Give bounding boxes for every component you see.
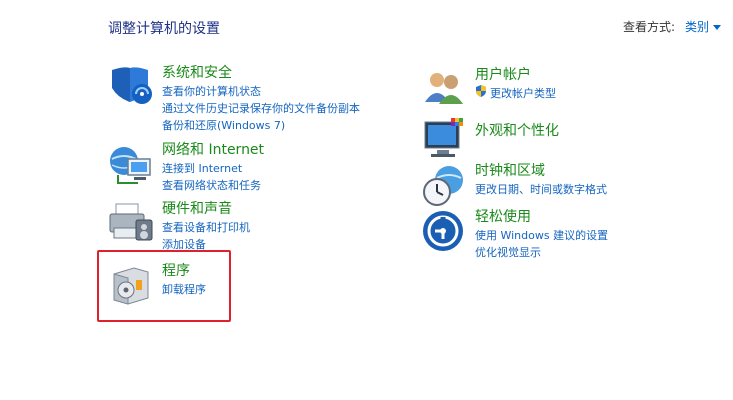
category-title-network-internet[interactable]: 网络和 Internet: [162, 141, 264, 159]
link-windows-recommended-settings[interactable]: 使用 Windows 建议的设置: [475, 227, 608, 244]
category-title-hardware-sound[interactable]: 硬件和声音: [162, 200, 250, 218]
category-title-clock-region[interactable]: 时钟和区域: [475, 162, 607, 180]
link-view-computer-status[interactable]: 查看你的计算机状态: [162, 83, 360, 100]
view-by-label: 查看方式:: [622, 20, 675, 34]
network-globe-icon: [108, 141, 154, 187]
category-title-ease-access[interactable]: 轻松使用: [475, 208, 608, 226]
uac-shield-icon: [475, 85, 487, 102]
category-user-accounts: 用户帐户 更改帐户类型: [421, 66, 556, 112]
link-change-date-time-format[interactable]: 更改日期、时间或数字格式: [475, 181, 607, 198]
category-clock-region: 时钟和区域 更改日期、时间或数字格式: [421, 162, 607, 208]
category-hardware-sound: 硬件和声音 查看设备和打印机 添加设备: [108, 200, 250, 253]
category-network-internet: 网络和 Internet 连接到 Internet 查看网络状态和任务: [108, 141, 264, 194]
view-by-control: 查看方式: 类别: [623, 18, 721, 35]
users-icon: [421, 66, 467, 112]
link-change-account-type-label: 更改帐户类型: [490, 87, 556, 100]
link-backup-restore[interactable]: 备份和还原(Windows 7): [162, 117, 360, 134]
link-file-history-backup[interactable]: 通过文件历史记录保存你的文件备份副本: [162, 100, 360, 117]
clock-globe-icon: [421, 162, 467, 208]
link-optimize-visual-display[interactable]: 优化视觉显示: [475, 244, 608, 261]
category-ease-access: 轻松使用 使用 Windows 建议的设置 优化视觉显示: [421, 208, 608, 261]
view-by-value: 类别: [684, 20, 709, 34]
category-appearance: 外观和个性化: [421, 116, 559, 162]
link-network-status[interactable]: 查看网络状态和任务: [162, 177, 264, 194]
category-system-security: 系统和安全 查看你的计算机状态 通过文件历史记录保存你的文件备份副本 备份和还原…: [108, 64, 360, 134]
shield-icon: [108, 64, 154, 110]
chevron-down-icon: [713, 25, 721, 30]
category-title-appearance[interactable]: 外观和个性化: [475, 122, 559, 140]
view-by-dropdown[interactable]: 类别: [685, 18, 721, 35]
link-change-account-type[interactable]: 更改帐户类型: [475, 85, 556, 102]
link-connect-internet[interactable]: 连接到 Internet: [162, 160, 264, 177]
printer-icon: [108, 200, 154, 246]
ease-of-access-icon: [421, 208, 467, 254]
category-title-system-security[interactable]: 系统和安全: [162, 64, 360, 82]
link-devices-printers[interactable]: 查看设备和打印机: [162, 219, 250, 236]
highlight-box: [97, 250, 231, 322]
category-title-user-accounts[interactable]: 用户帐户: [475, 66, 556, 84]
page-title: 调整计算机的设置: [108, 21, 220, 37]
monitor-icon: [421, 116, 467, 162]
